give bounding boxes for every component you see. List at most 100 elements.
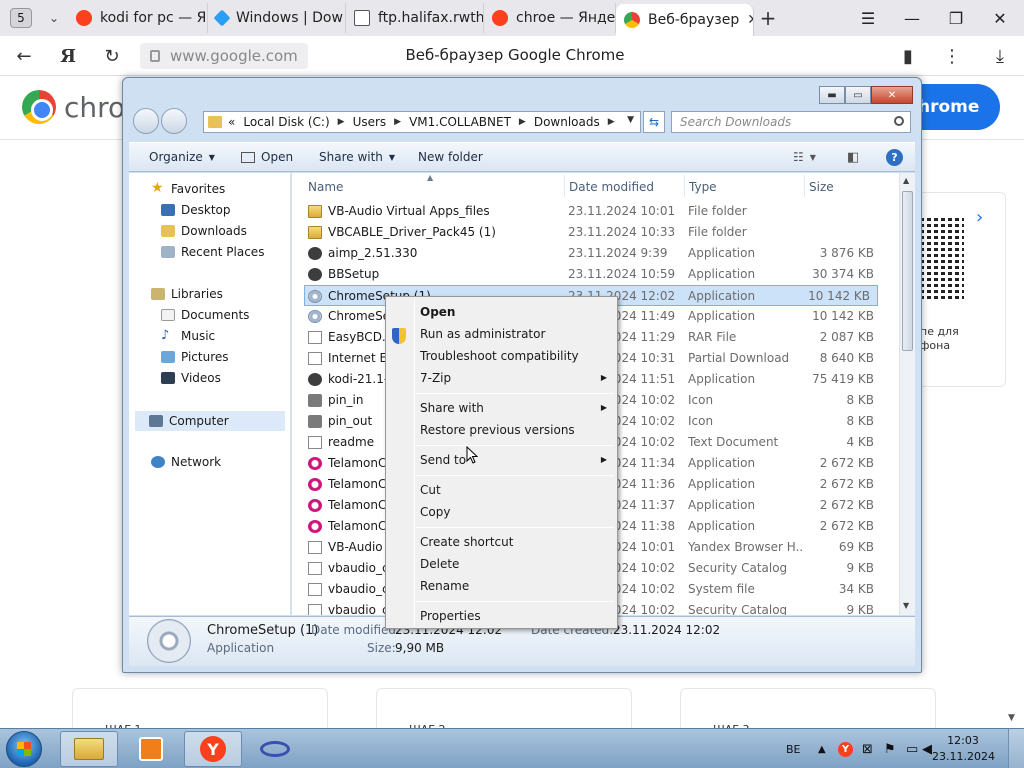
explorer-back-icon[interactable]	[133, 108, 159, 134]
tray-clock[interactable]: 12:03 23.11.2024	[932, 733, 995, 765]
column-divider[interactable]	[564, 175, 565, 197]
view-options-icon[interactable]: ☷ ▼	[793, 150, 816, 164]
open-button[interactable]: Open	[241, 150, 293, 164]
tray-network-icon[interactable]: ⊠	[862, 729, 873, 768]
more-menu-icon[interactable]: ⋮	[938, 42, 966, 70]
menu-item-troubleshoot[interactable]: Troubleshoot compatibility	[420, 349, 579, 363]
file-row[interactable]: BBSetup 23.11.2024 10:59 Application 30 374…	[292, 264, 882, 285]
explorer-forward-icon[interactable]	[161, 108, 187, 134]
nav-computer[interactable]: Computer	[135, 411, 285, 431]
tab-list-chevron-icon[interactable]: ⌄	[40, 4, 68, 32]
nav-recent-places[interactable]: Recent Places	[161, 245, 264, 259]
nav-libraries[interactable]: Libraries	[151, 287, 223, 301]
browser-tab-3[interactable]: ftp.halifax.rwth	[346, 3, 484, 33]
browser-tab-4[interactable]: chroe — Яндекс	[484, 3, 616, 33]
explorer-minimize-icon[interactable]: ▬	[819, 86, 845, 104]
nav-music[interactable]: ♪ Music	[161, 329, 215, 343]
column-divider[interactable]	[804, 175, 805, 197]
menu-item-open[interactable]: Open	[420, 305, 455, 319]
tray-yandex-icon[interactable]: Y	[838, 729, 853, 768]
menu-item-rename[interactable]: Rename	[420, 579, 469, 593]
breadcrumb[interactable]: « Local Disk (C:) ▶ Users ▶ VM1.COLLABNE…	[203, 111, 641, 133]
nav-downloads[interactable]: Downloads	[161, 224, 247, 238]
new-tab-plus-icon[interactable]: +	[754, 4, 782, 32]
column-header-name[interactable]: Name	[308, 180, 343, 194]
nav-pictures[interactable]: Pictures	[161, 350, 229, 364]
menu-item-share-with[interactable]: Share with	[420, 401, 484, 415]
explorer-maximize-icon[interactable]: ▭	[845, 86, 871, 104]
menu-item-delete[interactable]: Delete	[420, 557, 459, 571]
start-button-windows-icon[interactable]	[6, 731, 42, 767]
breadcrumb-separator-icon[interactable]: ▶	[608, 117, 615, 127]
menu-item-copy[interactable]: Copy	[420, 505, 450, 519]
yandex-button[interactable]: Я	[54, 42, 82, 70]
column-header-type[interactable]: Type	[689, 180, 717, 194]
browser-tab-1[interactable]: kodi for pc — Ян	[68, 3, 208, 33]
page-scroll-down-icon[interactable]: ▼	[1008, 713, 1015, 723]
breadcrumb-local-disk[interactable]: Local Disk (C:)	[243, 115, 329, 129]
explorer-close-icon[interactable]: ✕	[871, 86, 913, 104]
show-desktop-button[interactable]	[1008, 729, 1024, 768]
reload-icon[interactable]: ↻	[98, 42, 126, 70]
preview-pane-icon[interactable]: ◧	[847, 150, 859, 165]
breadcrumb-separator-icon[interactable]: ▶	[338, 117, 345, 127]
breadcrumb-downloads[interactable]: Downloads	[534, 115, 600, 129]
column-header-size[interactable]: Size	[809, 180, 834, 194]
taskbar-explorer[interactable]	[60, 731, 118, 767]
file-row[interactable]: VB-Audio Virtual Apps_files 23.11.2024 10…	[292, 201, 882, 222]
browser-tab-2[interactable]: Windows | Dow	[208, 3, 346, 33]
new-folder-button[interactable]: New folder	[418, 150, 483, 164]
breadcrumb-separator-icon[interactable]: ▶	[394, 117, 401, 127]
nav-videos[interactable]: Videos	[161, 371, 221, 385]
organize-button[interactable]: Organize ▼	[149, 150, 215, 164]
bookmark-icon[interactable]: ▮	[894, 42, 922, 70]
close-window-icon[interactable]: ✕	[978, 0, 1022, 36]
nav-network[interactable]: Network	[151, 455, 221, 469]
column-divider[interactable]	[684, 175, 685, 197]
breadcrumb-users[interactable]: Users	[353, 115, 387, 129]
menu-hamburger-icon[interactable]: ☰	[846, 0, 890, 36]
file-list-scrollbar[interactable]: ▲ ▼	[899, 173, 915, 615]
search-input[interactable]: Search Downloads	[671, 111, 911, 133]
menu-item-properties[interactable]: Properties	[420, 609, 481, 623]
browser-tab-5-active[interactable]: Веб-браузер ✕	[616, 4, 754, 36]
scroll-up-icon[interactable]: ▲	[903, 176, 909, 185]
help-icon[interactable]: ?	[886, 149, 903, 166]
file-row[interactable]: VBCABLE_Driver_Pack45 (1) 23.11.2024 10:3…	[292, 222, 882, 243]
scrollbar-thumb[interactable]	[902, 191, 913, 351]
breadcrumb-user[interactable]: VM1.COLLABNET	[409, 115, 511, 129]
tray-volume-icon[interactable]: ◀	[922, 729, 932, 768]
tab-count-badge[interactable]: 5	[10, 8, 32, 28]
taskbar-app-4[interactable]	[246, 731, 304, 767]
nav-desktop[interactable]: Desktop	[161, 203, 231, 217]
taskbar-yandex-browser[interactable]: Y	[184, 731, 242, 767]
nav-documents[interactable]: Documents	[161, 308, 249, 322]
downloads-icon[interactable]: ⤓	[986, 42, 1014, 70]
tray-language[interactable]: BE	[786, 729, 801, 768]
tray-flag-icon[interactable]: ⚑	[884, 729, 896, 768]
menu-item-7zip[interactable]: 7-Zip	[420, 371, 451, 385]
chevron-right-icon[interactable]: ›	[976, 207, 983, 228]
close-tab-icon[interactable]: ✕	[747, 12, 753, 28]
tray-display-icon[interactable]: ▭	[906, 729, 918, 768]
menu-item-create-shortcut[interactable]: Create shortcut	[420, 535, 513, 549]
address-dropdown-icon[interactable]: ▼	[627, 115, 634, 125]
minimize-icon[interactable]: —	[890, 0, 934, 36]
scroll-down-icon[interactable]: ▼	[903, 601, 909, 610]
refresh-icon[interactable]: ⇆	[643, 111, 665, 133]
breadcrumb-prefix[interactable]: «	[228, 115, 235, 129]
column-header-date[interactable]: Date modified	[569, 180, 654, 194]
nav-favorites[interactable]: ★ Favorites	[151, 181, 225, 196]
menu-item-cut[interactable]: Cut	[420, 483, 441, 497]
breadcrumb-separator-icon[interactable]: ▶	[519, 117, 526, 127]
url-field[interactable]: www.google.com	[140, 43, 308, 69]
back-arrow-icon[interactable]: ←	[10, 42, 38, 70]
file-row[interactable]: aimp_2.51.330 23.11.2024 9:39 Application 3…	[292, 243, 882, 264]
menu-item-restore-versions[interactable]: Restore previous versions	[420, 423, 575, 437]
tray-expand-icon[interactable]: ▲	[818, 729, 826, 768]
restore-window-icon[interactable]: ❐	[934, 0, 978, 36]
menu-item-run-as-admin[interactable]: Run as administrator	[420, 327, 545, 341]
share-with-button[interactable]: Share with ▼	[319, 150, 395, 164]
taskbar-media-player[interactable]	[122, 731, 180, 767]
menu-item-send-to[interactable]: Send to	[420, 453, 466, 467]
